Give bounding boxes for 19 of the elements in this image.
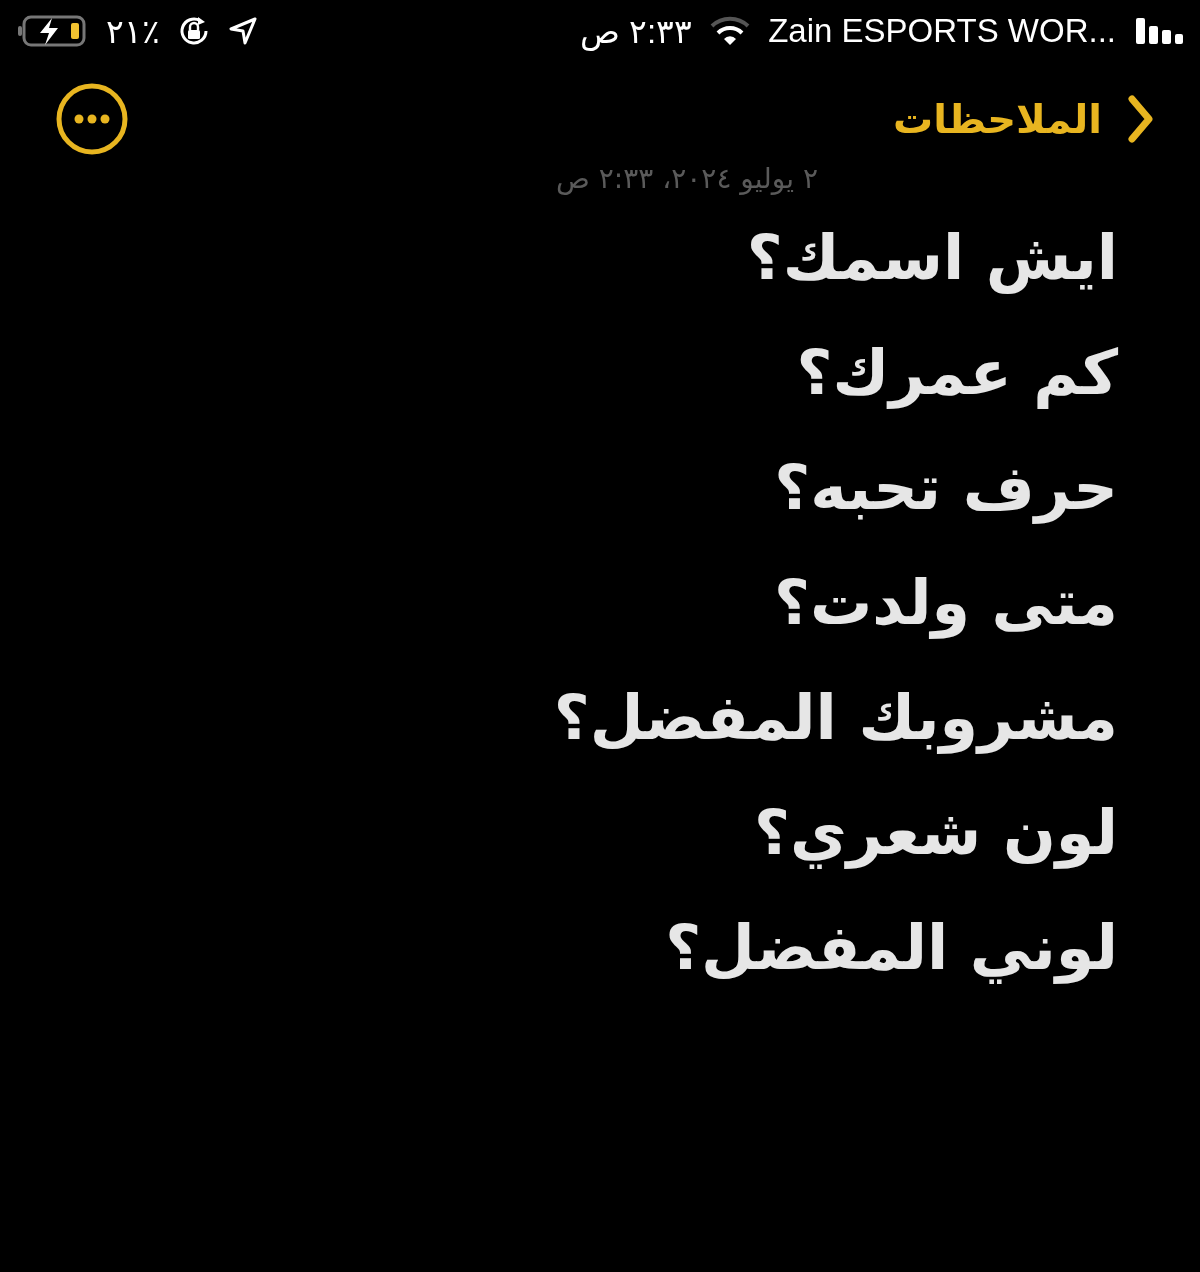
- battery-percent: ٢١٪: [106, 11, 160, 51]
- note-line: متى ولدت؟: [774, 565, 1118, 641]
- back-button[interactable]: الملاحظات: [893, 94, 1154, 144]
- location-arrow-icon: [228, 16, 258, 46]
- note-line: ايش اسمك؟: [746, 220, 1118, 296]
- clock-time: ٢:٣٣ ص: [579, 11, 693, 51]
- battery-icon: [16, 14, 88, 48]
- rotation-lock-icon: [178, 15, 210, 47]
- signal-bars-icon: [1134, 16, 1184, 46]
- carrier-name: Zain ESPORTS WOR...: [768, 12, 1116, 50]
- note-line: مشروبك المفضل؟: [553, 680, 1118, 756]
- note-line: لوني المفضل؟: [665, 910, 1118, 986]
- note-line: كم عمرك؟: [796, 335, 1118, 411]
- wifi-icon: [710, 15, 751, 47]
- note-line: حرف تحبه؟: [774, 450, 1118, 526]
- more-icon[interactable]: [54, 81, 130, 157]
- note-date: ٢ يوليو ٢٠٢٤، ٢:٣٣ ص: [555, 162, 818, 197]
- note-line: لون شعري؟: [754, 795, 1118, 871]
- chevron-icon: [1126, 94, 1154, 144]
